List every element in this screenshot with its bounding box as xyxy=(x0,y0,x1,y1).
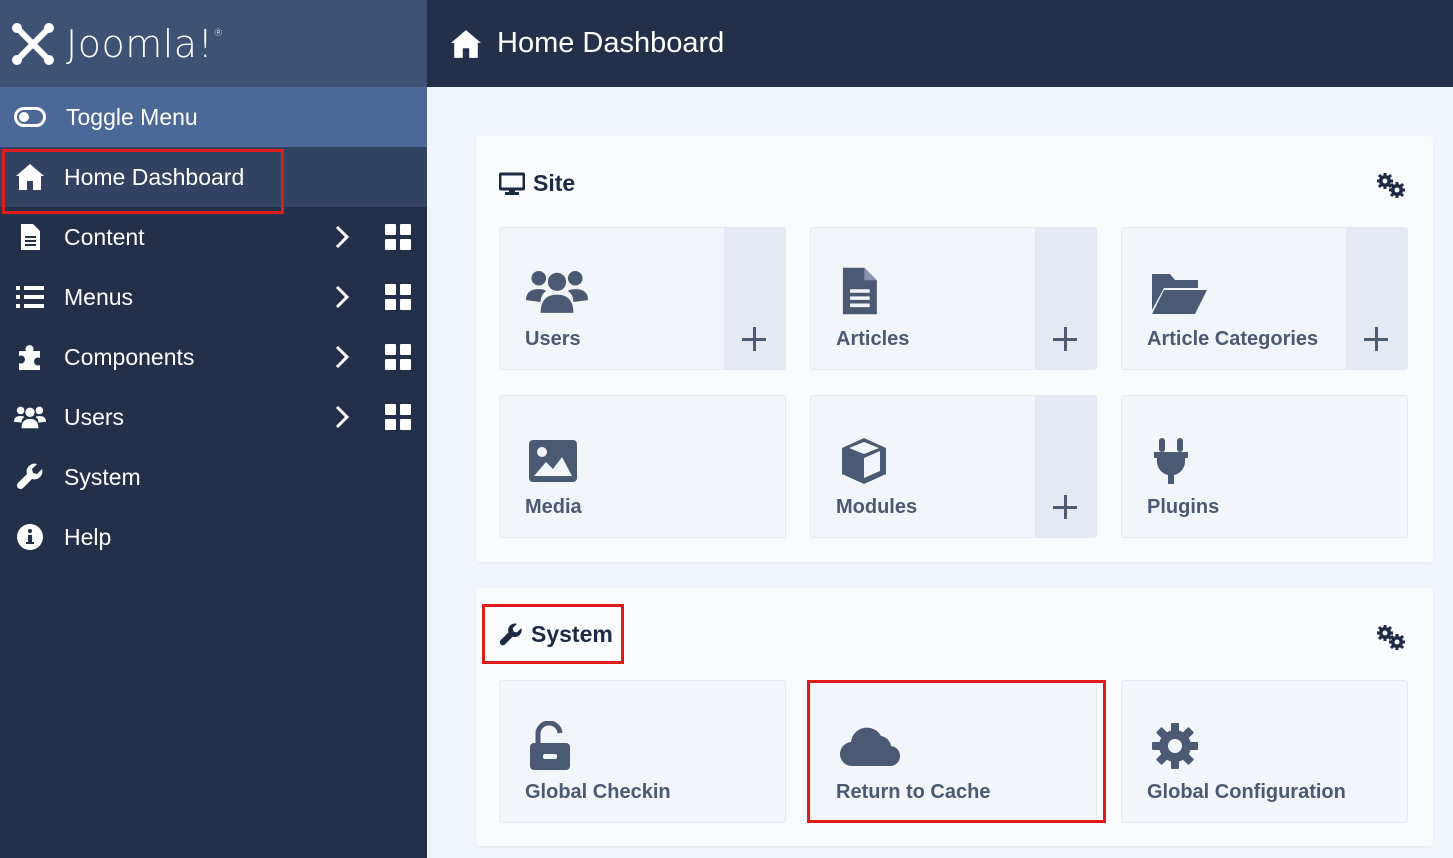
sidebar-item-label: Help xyxy=(64,523,112,550)
site-card-title-text: Site xyxy=(533,170,576,196)
add-user-button[interactable] xyxy=(724,228,785,369)
image-icon xyxy=(529,440,577,482)
folder-open-icon xyxy=(1152,274,1207,314)
tile-label: Return to Cache xyxy=(836,781,991,803)
file-icon xyxy=(842,267,877,315)
sidebar-item-label: Home Dashboard xyxy=(64,163,245,190)
tile-label: Article Categories xyxy=(1147,328,1319,350)
grid-icon[interactable] xyxy=(385,224,411,250)
tile-article-categories[interactable]: Article Categories xyxy=(1121,227,1408,370)
toggle-menu-label: Toggle Menu xyxy=(66,103,198,130)
system-card-title: System xyxy=(499,621,613,648)
cloud-icon xyxy=(839,727,901,767)
add-category-button[interactable] xyxy=(1346,228,1407,369)
tile-global-checkin[interactable]: Global Checkin xyxy=(499,680,786,823)
home-icon xyxy=(14,161,46,193)
tile-global-configuration[interactable]: Global Configuration xyxy=(1121,680,1408,823)
plus-icon xyxy=(1364,327,1388,351)
tile-media[interactable]: Media xyxy=(499,395,786,538)
logo[interactable]: Joomla!® xyxy=(0,0,427,87)
tile-label: Global Configuration xyxy=(1147,781,1346,803)
chevron-right-icon[interactable] xyxy=(334,285,350,309)
site-card-title: Site xyxy=(499,170,575,197)
tile-label: Articles xyxy=(836,328,910,350)
home-icon xyxy=(449,29,483,59)
file-icon xyxy=(14,221,46,253)
unlock-icon xyxy=(530,721,570,770)
tile-return-to-cache[interactable]: Return to Cache xyxy=(810,680,1097,823)
sidebar-item-label: System xyxy=(64,463,141,490)
joomla-logo-icon xyxy=(12,22,54,65)
plus-icon xyxy=(742,327,766,351)
system-card-title-text: System xyxy=(531,621,613,647)
sidebar-item-help[interactable]: Help xyxy=(0,507,427,567)
sidebar-item-label: Users xyxy=(64,403,125,430)
tile-label: Plugins xyxy=(1147,496,1220,518)
add-module-button[interactable] xyxy=(1035,396,1096,537)
cube-icon xyxy=(842,438,886,484)
users-icon xyxy=(526,270,588,313)
puzzle-icon xyxy=(14,341,46,373)
sidebar-item-menus[interactable]: Menus xyxy=(0,267,427,327)
logo-text: Joomla!® xyxy=(66,21,224,66)
toggle-icon xyxy=(14,107,46,127)
users-icon xyxy=(14,401,46,433)
cog-icon xyxy=(1152,723,1198,769)
sidebar-item-home-dashboard[interactable]: Home Dashboard xyxy=(0,147,427,207)
tile-modules[interactable]: Modules xyxy=(810,395,1097,538)
cogs-icon[interactable] xyxy=(1375,171,1407,199)
sidebar-item-users[interactable]: Users xyxy=(0,387,427,447)
tile-label: Modules xyxy=(836,496,918,518)
wrench-icon xyxy=(14,461,46,493)
grid-icon[interactable] xyxy=(385,404,411,430)
desktop-icon xyxy=(499,172,525,196)
sidebar-item-components[interactable]: Components xyxy=(0,327,427,387)
sidebar-item-content[interactable]: Content xyxy=(0,207,427,267)
chevron-right-icon[interactable] xyxy=(334,345,350,369)
info-icon xyxy=(14,521,46,553)
page-header: Home Dashboard xyxy=(427,0,1453,87)
cogs-icon[interactable] xyxy=(1375,623,1407,651)
sidebar-item-system[interactable]: System xyxy=(0,447,427,507)
tile-articles[interactable]: Articles xyxy=(810,227,1097,370)
tile-plugins[interactable]: Plugins xyxy=(1121,395,1408,538)
chevron-right-icon[interactable] xyxy=(334,405,350,429)
list-icon xyxy=(14,281,46,313)
tile-label: Global Checkin xyxy=(525,781,671,803)
sidebar-item-label: Menus xyxy=(64,283,134,310)
plus-icon xyxy=(1053,327,1077,351)
page-title: Home Dashboard xyxy=(497,27,725,59)
grid-icon[interactable] xyxy=(385,284,411,310)
tile-users[interactable]: Users xyxy=(499,227,786,370)
wrench-icon xyxy=(499,623,523,647)
add-article-button[interactable] xyxy=(1035,228,1096,369)
plug-icon xyxy=(1154,438,1188,484)
toggle-menu-button[interactable]: Toggle Menu xyxy=(0,87,427,147)
plus-icon xyxy=(1053,495,1077,519)
sidebar: Joomla!® Toggle Menu Home Dashboard Cont… xyxy=(0,0,427,858)
sidebar-item-label: Content xyxy=(64,223,145,250)
tile-label: Media xyxy=(525,496,582,518)
grid-icon[interactable] xyxy=(385,344,411,370)
tile-label: Users xyxy=(525,328,581,350)
chevron-right-icon[interactable] xyxy=(334,225,350,249)
sidebar-item-label: Components xyxy=(64,343,195,370)
